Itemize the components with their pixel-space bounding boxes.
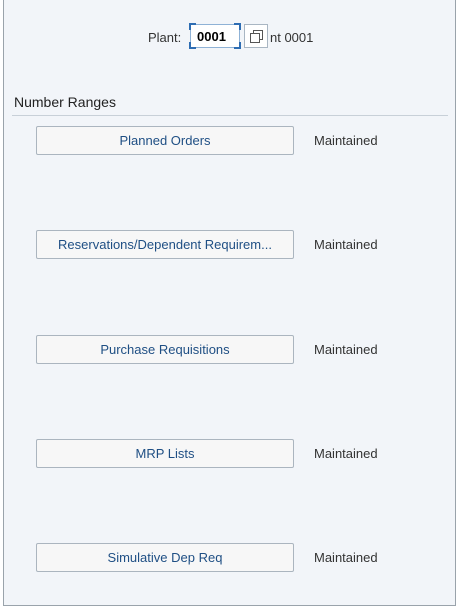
planned-orders-button[interactable]: Planned Orders: [36, 126, 294, 155]
range-status: Maintained: [314, 550, 378, 565]
plant-value-help-button[interactable]: [244, 24, 268, 48]
plant-input-value: 0001: [197, 29, 226, 44]
section-divider: [12, 115, 448, 116]
simulative-dep-req-button[interactable]: Simulative Dep Req: [36, 543, 294, 572]
section-title: Number Ranges: [14, 94, 116, 110]
plant-input[interactable]: 0001: [189, 23, 241, 49]
number-range-row: Simulative Dep Req Maintained: [4, 543, 455, 573]
number-range-row: MRP Lists Maintained: [4, 439, 455, 469]
number-range-row: Planned Orders Maintained: [4, 126, 455, 156]
range-status: Maintained: [314, 446, 378, 461]
range-status: Maintained: [314, 237, 378, 252]
settings-panel: Plant: 0001 nt 0001 Number Ranges Planne…: [3, 0, 456, 606]
purchase-requisitions-button[interactable]: Purchase Requisitions: [36, 335, 294, 364]
number-range-row: Reservations/Dependent Requirem... Maint…: [4, 230, 455, 260]
plant-description: nt 0001: [270, 30, 314, 45]
plant-label: Plant:: [148, 30, 182, 45]
number-range-row: Purchase Requisitions Maintained: [4, 335, 455, 365]
value-help-icon: [250, 30, 263, 43]
mrp-lists-button[interactable]: MRP Lists: [36, 439, 294, 468]
plant-row: Plant: 0001 nt 0001: [4, 22, 455, 50]
range-status: Maintained: [314, 342, 378, 357]
range-status: Maintained: [314, 133, 378, 148]
reservations-dependent-requirements-button[interactable]: Reservations/Dependent Requirem...: [36, 230, 294, 259]
